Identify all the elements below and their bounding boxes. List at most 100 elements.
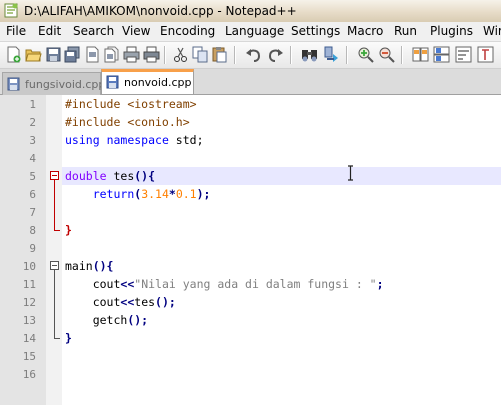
code-editor[interactable]: 1 2 3 4 5 6 7 8 9 10 11 12 13 14 15 16 #…: [0, 95, 501, 405]
keyword: return: [92, 187, 135, 201]
menu-plugins[interactable]: Plugins: [430, 24, 473, 38]
line-number-gutter: 1 2 3 4 5 6 7 8 9 10 11 12 13 14 15 16: [0, 95, 46, 405]
code-line-14[interactable]: }: [65, 331, 72, 345]
menu-file[interactable]: File: [6, 24, 26, 38]
function-name: tes: [106, 169, 135, 183]
code-line-1[interactable]: #include <iostream>: [65, 97, 197, 111]
toolbar-separator: [290, 46, 292, 64]
operator: (){: [134, 169, 156, 183]
undo-icon[interactable]: [245, 46, 262, 63]
close-icon[interactable]: [84, 46, 101, 63]
identifier: cout: [92, 295, 121, 309]
tab-nonvoid[interactable]: nonvoid.cpp: [101, 69, 194, 94]
line-number: 15: [22, 350, 36, 363]
zoom-out-icon[interactable]: [378, 46, 395, 63]
identifier: std;: [168, 133, 204, 147]
code-line-10[interactable]: main(){: [65, 259, 113, 273]
fold-end: [54, 338, 60, 339]
operator: ();: [155, 295, 176, 309]
replace-icon[interactable]: [323, 46, 340, 63]
all-chars-icon[interactable]: [477, 46, 494, 63]
window-title: D:\ALIFAH\AMIKOM\nonvoid.cpp - Notepad++: [24, 4, 297, 18]
toolbar-separator: [164, 46, 166, 64]
fold-margin: [46, 95, 62, 405]
tab-label: fungsivoid.cpp: [25, 78, 106, 91]
sync-vertical-scroll-icon[interactable]: [412, 46, 429, 63]
line-number: 8: [29, 224, 36, 237]
operator: );: [196, 187, 211, 201]
keyword: namespace: [106, 133, 169, 147]
operator: <<: [120, 277, 135, 291]
line-number: 1: [29, 98, 36, 111]
code-line-3[interactable]: using namespace std;: [65, 133, 204, 147]
closing-brace: }: [65, 223, 72, 237]
code-line-2[interactable]: #include <conio.h>: [65, 115, 190, 129]
sync-horizontal-scroll-icon[interactable]: [433, 46, 450, 63]
toolbar-separator: [346, 46, 348, 64]
code-line-6[interactable]: return(3.14*0.1);: [65, 187, 211, 201]
close-all-icon[interactable]: [103, 46, 120, 63]
menu-encoding[interactable]: Encoding: [160, 24, 215, 38]
word-wrap-icon[interactable]: [455, 46, 472, 63]
save-all-icon[interactable]: [64, 46, 81, 63]
fold-line: [54, 180, 55, 230]
redo-icon[interactable]: [267, 46, 284, 63]
paste-icon[interactable]: [211, 46, 228, 63]
line-number: 12: [22, 296, 36, 309]
include-target: <iostream>: [120, 97, 197, 111]
tab-fungsivoid[interactable]: fungsivoid.cpp: [2, 72, 105, 95]
identifier: cout: [92, 277, 121, 291]
menu-language[interactable]: Language: [225, 24, 284, 38]
notepadpp-app-icon[interactable]: [4, 3, 19, 18]
code-line-12[interactable]: cout<<tes();: [65, 295, 176, 309]
fold-end: [54, 230, 60, 231]
code-line-13[interactable]: getch();: [65, 313, 148, 327]
menu-edit[interactable]: Edit: [38, 24, 61, 38]
preprocessor-directive: #include: [65, 97, 121, 111]
saved-file-icon: [106, 75, 119, 89]
copy-icon[interactable]: [192, 46, 209, 63]
line-number: 3: [29, 134, 36, 147]
fold-line: [54, 270, 55, 338]
zoom-in-icon[interactable]: [357, 46, 374, 63]
title-bar: D:\ALIFAH\AMIKOM\nonvoid.cpp - Notepad++: [0, 0, 501, 22]
fold-toggle-icon[interactable]: [50, 171, 59, 180]
string-literal: "Nilai yang ada di dalam fungsi : ": [134, 277, 377, 291]
function-call: tes: [134, 295, 156, 309]
number-literal: 3.14: [141, 187, 169, 201]
line-number: 11: [22, 278, 36, 291]
type-keyword: double: [65, 169, 107, 183]
operator: ();: [127, 313, 149, 327]
line-number: 4: [29, 152, 36, 165]
save-icon[interactable]: [45, 46, 62, 63]
menu-macro[interactable]: Macro: [347, 24, 383, 38]
menu-settings[interactable]: Settings: [291, 24, 340, 38]
line-number: 2: [29, 116, 36, 129]
code-line-11[interactable]: cout<<"Nilai yang ada di dalam fungsi : …: [65, 277, 384, 291]
toolbar: [0, 42, 501, 69]
fold-toggle-icon[interactable]: [50, 261, 59, 270]
menu-search[interactable]: Search: [73, 24, 114, 38]
function-call: getch: [92, 313, 128, 327]
saved-file-icon: [7, 77, 20, 91]
menu-window[interactable]: Wir: [483, 24, 501, 38]
line-number: 5: [29, 170, 36, 183]
code-line-5[interactable]: double tes(){: [65, 169, 155, 183]
include-target: <conio.h>: [120, 115, 190, 129]
print-preview-icon[interactable]: [143, 46, 160, 63]
find-icon[interactable]: [301, 46, 318, 63]
closing-brace: }: [65, 331, 72, 345]
menu-view[interactable]: View: [122, 24, 150, 38]
open-file-icon[interactable]: [25, 46, 42, 63]
function-name: main: [65, 259, 93, 273]
line-number: 16: [22, 368, 36, 381]
cut-icon[interactable]: [172, 46, 189, 63]
menu-run[interactable]: Run: [394, 24, 417, 38]
preprocessor-directive: #include: [65, 115, 121, 129]
new-file-icon[interactable]: [5, 46, 22, 63]
code-line-8[interactable]: }: [65, 223, 72, 237]
print-icon[interactable]: [123, 46, 140, 63]
operator: *: [168, 187, 176, 201]
